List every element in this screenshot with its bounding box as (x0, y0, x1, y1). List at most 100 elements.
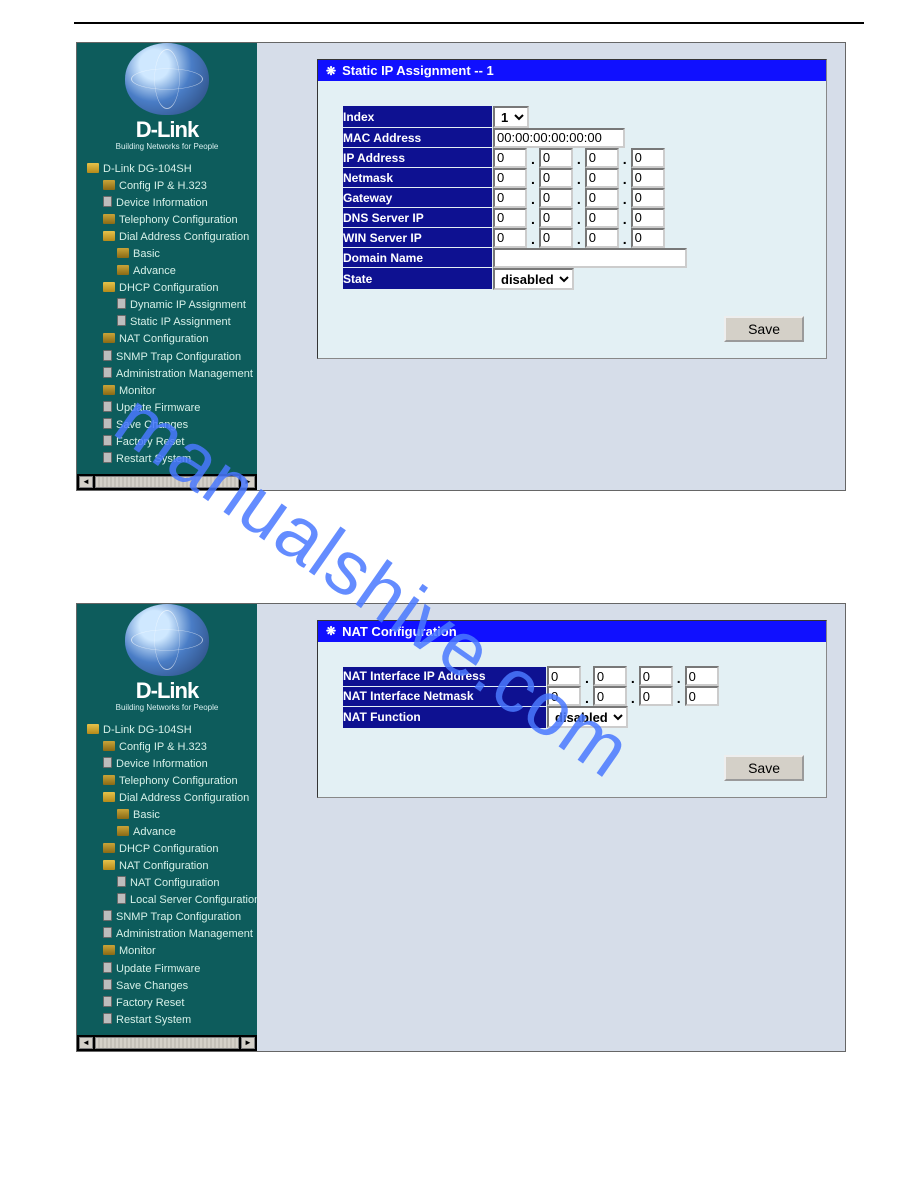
tree-item[interactable]: Factory Reset (83, 434, 255, 451)
tree-item[interactable]: DHCP Configuration (83, 841, 255, 858)
tree-item[interactable]: Config IP & H.323 (83, 178, 255, 195)
octet-input[interactable] (539, 148, 573, 168)
tree-item[interactable]: NAT Configuration (83, 858, 255, 875)
octet-input[interactable] (593, 686, 627, 706)
octet-input[interactable] (493, 208, 527, 228)
tree-item[interactable]: Save Changes (83, 978, 255, 995)
dot-separator: . (527, 191, 539, 207)
dot-separator: . (619, 191, 631, 207)
mac-input[interactable] (493, 128, 625, 148)
scroll-right-icon[interactable]: ► (241, 1037, 255, 1049)
octet-input[interactable] (493, 168, 527, 188)
tree-item[interactable]: Local Server Configuration (83, 892, 255, 909)
content-area: NAT Configuration NAT Interface IP Addre… (257, 604, 845, 1051)
tree-item[interactable]: Restart System (83, 451, 255, 468)
tree-item[interactable]: Dynamic IP Assignment (83, 297, 255, 314)
octet-input[interactable] (493, 188, 527, 208)
tree-item[interactable]: Telephony Configuration (83, 212, 255, 229)
octet-input[interactable] (631, 208, 665, 228)
scroll-left-icon[interactable]: ◄ (79, 1037, 93, 1049)
octet-input[interactable] (639, 686, 673, 706)
octet-input[interactable] (585, 168, 619, 188)
scroll-left-icon[interactable]: ◄ (79, 476, 93, 488)
octet-input[interactable] (585, 188, 619, 208)
tree-item[interactable]: Dial Address Configuration (83, 790, 255, 807)
page-icon (103, 367, 112, 378)
octet-input[interactable] (493, 228, 527, 248)
octet-input[interactable] (631, 148, 665, 168)
folder-open-icon (103, 860, 115, 870)
octet-input[interactable] (593, 666, 627, 686)
tree-item-label: Administration Management (116, 928, 253, 940)
tree-item[interactable]: NAT Configuration (83, 331, 255, 348)
octet-input[interactable] (631, 168, 665, 188)
page-icon (103, 452, 112, 463)
octet-input[interactable] (685, 686, 719, 706)
tree-item[interactable]: DHCP Configuration (83, 280, 255, 297)
tree-item[interactable]: Monitor (83, 943, 255, 960)
page-icon (103, 910, 112, 921)
label-domain: Domain Name (343, 248, 493, 268)
tree-item[interactable]: Config IP & H.323 (83, 739, 255, 756)
tree-item[interactable]: Telephony Configuration (83, 773, 255, 790)
octet-input[interactable] (631, 228, 665, 248)
octet-input[interactable] (547, 686, 581, 706)
octet-input[interactable] (539, 188, 573, 208)
tree-item[interactable]: Restart System (83, 1012, 255, 1029)
save-button[interactable]: Save (724, 316, 804, 342)
nat-fn-select[interactable]: disabled (547, 706, 628, 728)
tree-root-label: D-Link DG-104SH (103, 163, 192, 175)
scroll-right-icon[interactable]: ► (241, 476, 255, 488)
label-dns: DNS Server IP (343, 208, 493, 228)
tree-item[interactable]: Basic (83, 807, 255, 824)
folder-closed-icon (103, 214, 115, 224)
octet-input[interactable] (539, 168, 573, 188)
octet-input[interactable] (639, 666, 673, 686)
octet-input[interactable] (685, 666, 719, 686)
tree-item[interactable]: Save Changes (83, 417, 255, 434)
tree-item[interactable]: Static IP Assignment (83, 314, 255, 331)
octet-input[interactable] (585, 208, 619, 228)
dot-separator: . (573, 231, 585, 247)
tree-item[interactable]: Administration Management (83, 926, 255, 943)
octet-input[interactable] (539, 208, 573, 228)
dot-separator: . (619, 211, 631, 227)
tree-item[interactable]: Monitor (83, 383, 255, 400)
page-icon (103, 350, 112, 361)
scroll-track[interactable] (95, 476, 239, 488)
save-button[interactable]: Save (724, 755, 804, 781)
state-select[interactable]: disabled (493, 268, 574, 290)
octet-input[interactable] (585, 148, 619, 168)
tree-item[interactable]: Administration Management (83, 366, 255, 383)
tree-item[interactable]: Factory Reset (83, 995, 255, 1012)
tree-root[interactable]: D-Link DG-104SH (81, 722, 257, 739)
sidebar-scrollbar[interactable]: ◄ ► (77, 1035, 257, 1051)
page-icon (117, 315, 126, 326)
index-select[interactable]: 1 (493, 106, 529, 128)
octet-input[interactable] (631, 188, 665, 208)
octet-input[interactable] (585, 228, 619, 248)
tree-item[interactable]: Device Information (83, 756, 255, 773)
octet-input[interactable] (547, 666, 581, 686)
tree-item[interactable]: Update Firmware (83, 400, 255, 417)
tree-root[interactable]: D-Link DG-104SH (81, 161, 257, 178)
tree-item[interactable]: Advance (83, 824, 255, 841)
folder-closed-icon (103, 385, 115, 395)
label-win: WIN Server IP (343, 228, 493, 248)
tree-item[interactable]: Dial Address Configuration (83, 229, 255, 246)
tree-item[interactable]: SNMP Trap Configuration (83, 909, 255, 926)
tree-item[interactable]: Basic (83, 246, 255, 263)
tree-item-label: Monitor (119, 945, 156, 957)
page-icon (103, 435, 112, 446)
scroll-track[interactable] (95, 1037, 239, 1049)
tree-item[interactable]: Advance (83, 263, 255, 280)
tree-item[interactable]: Update Firmware (83, 961, 255, 978)
tree-item[interactable]: NAT Configuration (83, 875, 255, 892)
tree-item[interactable]: Device Information (83, 195, 255, 212)
tree-item[interactable]: SNMP Trap Configuration (83, 349, 255, 366)
octet-input[interactable] (539, 228, 573, 248)
sidebar-scrollbar[interactable]: ◄ ► (77, 474, 257, 490)
page-icon (117, 298, 126, 309)
octet-input[interactable] (493, 148, 527, 168)
domain-input[interactable] (493, 248, 687, 268)
